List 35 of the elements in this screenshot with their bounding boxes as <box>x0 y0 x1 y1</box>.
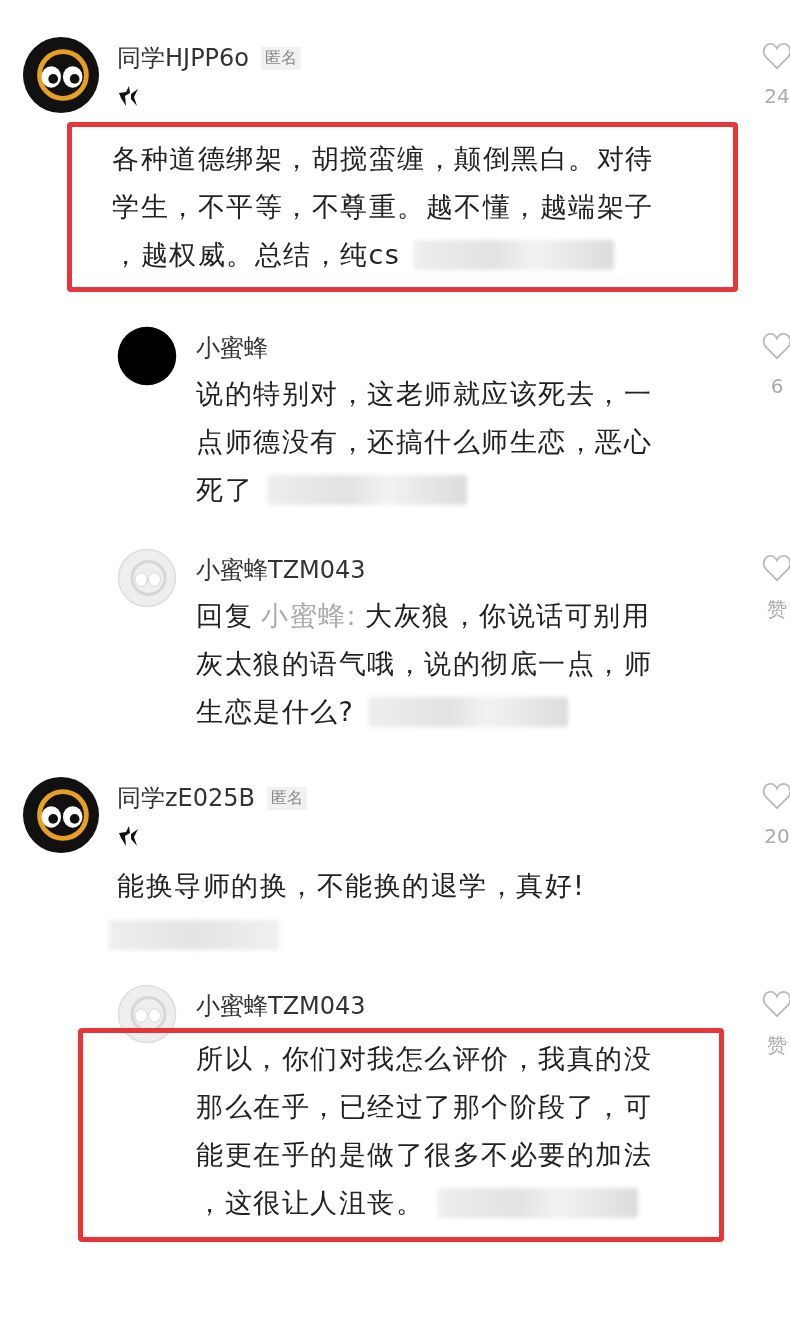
avatar-icon[interactable] <box>117 326 177 386</box>
comment-text: ，越权威。总结，纯cs <box>112 238 401 272</box>
like-count: 赞 <box>767 596 787 623</box>
comment-text: 学生，不平等，不尊重。越不懂，越端架子 <box>112 190 654 224</box>
like-count: 20 <box>764 824 790 848</box>
like-count: 24 <box>764 84 790 108</box>
reply-text: 灰太狼的语气哦，说的彻底一点，师 <box>196 647 652 681</box>
comment-text: 能换导师的换，不能换的退学，真好! <box>117 869 586 903</box>
reply-text: 说的特别对，这老师就应该死去，一 <box>196 377 652 411</box>
heart-icon[interactable] <box>762 782 790 810</box>
like-count: 赞 <box>767 1032 787 1059</box>
reply-text: 那么在乎，已经过了那个阶段了，可 <box>196 1090 652 1124</box>
like-count: 6 <box>770 374 784 398</box>
avatar-icon[interactable] <box>22 776 100 854</box>
heart-icon[interactable] <box>762 42 790 70</box>
user-name[interactable]: 同学HJPP6o <box>117 42 250 74</box>
heart-icon[interactable] <box>762 554 790 582</box>
reply-text: 能更在乎的是做了很多不必要的加法 <box>196 1138 652 1172</box>
reply-text: 点师德没有，还搞什么师生恋，恶心 <box>196 425 652 459</box>
anonymous-tag: 匿名 <box>261 46 302 70</box>
user-name[interactable]: 小蜜蜂 <box>196 332 268 364</box>
anonymous-tag: 匿名 <box>267 786 308 810</box>
comment-text: 各种道德绑架，胡搅蛮缠，颠倒黑白。对待 <box>112 142 654 176</box>
reply-text: 死了 <box>196 473 253 507</box>
avatar-icon[interactable] <box>22 36 100 114</box>
reply-text: 生恋是什么? <box>196 695 355 729</box>
user-name[interactable]: 同学zE025B <box>117 782 256 814</box>
reply-text: 大灰狼，你说话可别用 <box>365 599 651 633</box>
reply-text: 所以，你们对我怎么评价，我真的没 <box>196 1042 652 1076</box>
heart-icon[interactable] <box>762 990 790 1018</box>
user-name[interactable]: 小蜜蜂TZM043 <box>196 990 366 1022</box>
reply-label: 回复 <box>196 599 253 633</box>
heart-icon[interactable] <box>762 332 790 360</box>
user-name[interactable]: 小蜜蜂TZM043 <box>196 554 366 586</box>
reply-text: ，这很让人沮丧。 <box>196 1186 424 1220</box>
